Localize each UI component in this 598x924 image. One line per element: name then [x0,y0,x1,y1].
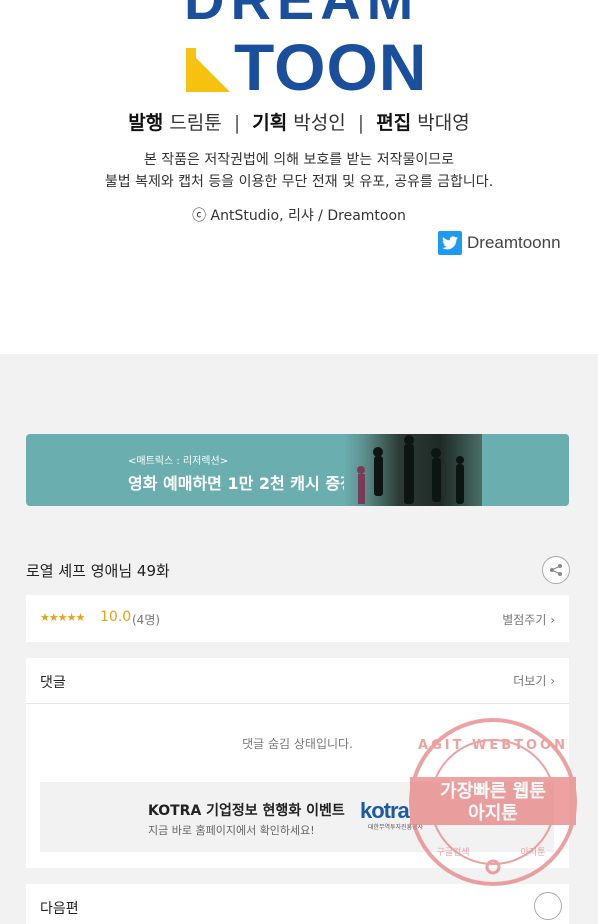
twitter-bird-icon [438,231,462,255]
dreamtoon-logo-bottom: TOON [234,30,428,104]
comments-header: 댓글 더보기 › [26,658,569,704]
episode-footer-credits: DREAM TOON 발행 드림툰 | 기획 박성인 | 편집 박대영 본 작품… [0,0,598,354]
kotra-logo: kotra [360,798,410,823]
banner-title: 영화 예매하면 1만 2천 캐시 증정! [128,474,363,493]
share-icon [550,564,562,576]
credits-line: 발행 드림툰 | 기획 박성인 | 편집 박대영 [0,108,598,135]
watermark-line-2: 아지툰 [468,803,518,824]
comments-label: 댓글 [40,675,66,691]
edit-label: 편집 [376,112,412,134]
rating-score: 10.0 [100,609,132,625]
copyright-text: ⓒ AntStudio, 리샤 / Dreamtoon [192,208,406,224]
next-episode-label: 다음편 [40,901,79,917]
banner-movie-image [344,434,482,506]
watermark-arc-text: AGIT WEBTOON [418,738,568,753]
watermark-stamp: AGIT WEBTOON 가장빠른 웹툰 아지툰 구글검색 아지툰 [408,717,578,887]
plan-label: 기획 [252,112,288,134]
plan-value: 박성인 [293,112,346,134]
rating-card: ★★★★★ 10.0 (4명) 별점주기 › [26,595,569,642]
watermark-line-1: 가장빠른 웹툰 [440,781,546,802]
publish-label: 발행 [128,112,164,134]
credits-separator: | [233,112,241,134]
rate-button[interactable]: 별점주기 › [502,611,555,628]
watermark-bottom-left: 구글검색 [436,846,469,858]
banner-subtitle: <매트릭스 : 리저렉션> [128,456,229,467]
banner-right-fill [482,434,569,506]
twitter-link[interactable]: Dreamtoonn [438,231,561,255]
copyright-notice: 본 작품은 저작권법에 의해 보호를 받는 저작물이므로 불법 복제와 캡처 등… [0,149,598,193]
dreamtoon-logo-top: DREAM [184,0,419,28]
share-button[interactable] [542,556,570,584]
ad-title: KOTRA 기업정보 현행화 이벤트 [148,803,345,819]
notice-line-1: 본 작품은 저작권법에 의해 보호를 받는 저작물이므로 [143,152,455,168]
episode-title: 로열 셰프 영애님 49화 [26,562,170,580]
rating-stars: ★★★★★ [40,611,85,624]
ad-subtitle: 지금 바로 홈페이지에서 확인하세요! [148,824,315,837]
next-episode-card[interactable]: 다음편 [26,884,569,924]
edit-value: 박대영 [417,112,470,134]
rating-count: (4명) [132,613,161,627]
notice-line-2: 불법 복제와 캡처 등을 이용한 무단 전재 및 유포, 공유를 금합니다. [104,174,494,190]
next-arrow-icon [534,892,562,920]
watermark-bottom-right: 아지툰 [521,847,546,858]
logo-accent-triangle [186,48,230,92]
twitter-handle: Dreamtoonn [467,233,561,252]
comments-more-link[interactable]: 더보기 › [513,672,555,689]
promo-banner[interactable]: <매트릭스 : 리저렉션> 영화 예매하면 1만 2천 캐시 증정! [26,434,569,506]
publish-value: 드림툰 [169,112,222,134]
credits-separator: | [357,112,365,134]
